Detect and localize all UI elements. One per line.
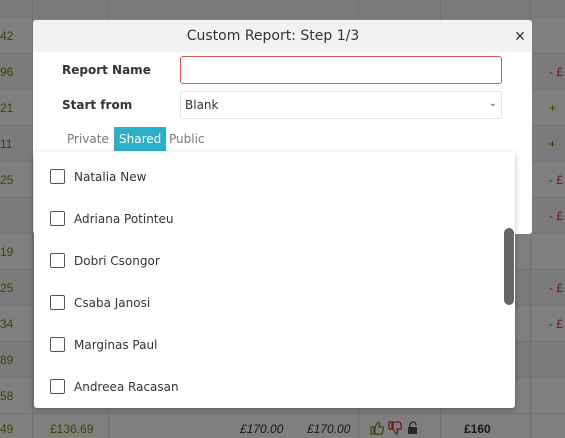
checkbox[interactable] xyxy=(50,169,65,184)
user-name: Adriana Potinteu xyxy=(74,212,174,226)
user-name: Andreea Racasan xyxy=(74,380,179,394)
checkbox[interactable] xyxy=(50,295,65,310)
report-name-input[interactable] xyxy=(180,56,502,84)
user-name: Natalia New xyxy=(74,170,147,184)
user-name: Csaba Janosi xyxy=(74,296,151,310)
user-name: Dobri Csongor xyxy=(74,254,160,268)
tab-shared[interactable]: Shared xyxy=(114,127,167,151)
list-item[interactable]: Andreea Racasan xyxy=(34,365,502,407)
dialog-header: Custom Report: Step 1/3 × xyxy=(33,20,532,52)
list-item[interactable]: Natalia New xyxy=(34,155,502,197)
start-from-select[interactable]: Blank ⌄ xyxy=(180,91,502,119)
list-item[interactable]: Dobri Csongor xyxy=(34,239,502,281)
start-from-label: Start from xyxy=(62,98,133,112)
list-item[interactable]: Marginas Paul xyxy=(34,323,502,365)
list-item[interactable]: Csaba Janosi xyxy=(34,281,502,323)
close-button[interactable]: × xyxy=(511,26,529,46)
close-icon: × xyxy=(514,26,526,46)
checkbox[interactable] xyxy=(50,211,65,226)
scrollbar-thumb[interactable] xyxy=(504,228,514,305)
tab-public[interactable]: Public xyxy=(164,127,210,151)
user-name: Marginas Paul xyxy=(74,338,158,352)
chevron-down-icon: ⌄ xyxy=(488,98,497,109)
start-from-value: Blank xyxy=(185,98,219,112)
tab-private[interactable]: Private xyxy=(62,127,114,151)
checkbox[interactable] xyxy=(50,379,65,394)
checkbox[interactable] xyxy=(50,337,65,352)
report-name-label: Report Name xyxy=(62,63,151,77)
list-item[interactable]: Adriana Potinteu xyxy=(34,197,502,239)
checkbox[interactable] xyxy=(50,253,65,268)
share-user-list[interactable]: Natalia New Adriana Potinteu Dobri Csong… xyxy=(34,152,515,408)
dialog-title: Custom Report: Step 1/3 xyxy=(186,28,360,44)
